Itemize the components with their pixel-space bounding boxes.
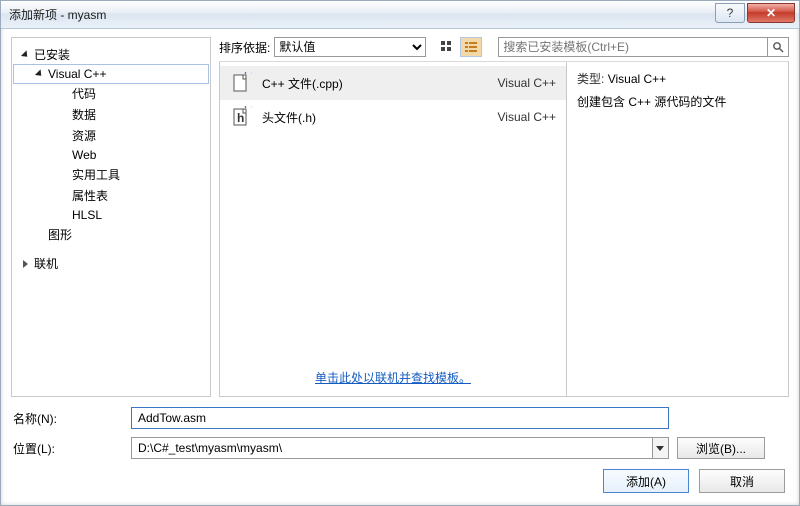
close-button[interactable]: ✕ xyxy=(747,3,795,23)
info-panel: 类型: Visual C++ 创建包含 C++ 源代码的文件 xyxy=(567,62,789,397)
tree-label: Visual C++ xyxy=(48,67,106,81)
add-button[interactable]: 添加(A) xyxy=(603,469,689,493)
list-icon xyxy=(464,40,478,54)
tree-child-propsheet[interactable]: 属性表 xyxy=(14,185,208,206)
template-name: C++ 文件(.cpp) xyxy=(262,75,498,92)
tree-label: 数据 xyxy=(72,106,96,123)
template-rows: ++ C++ 文件(.cpp) Visual C++ xyxy=(220,62,566,138)
window-controls: ? ✕ xyxy=(713,1,799,28)
info-type-label: 类型: xyxy=(577,72,604,86)
sort-select[interactable]: 默认值 xyxy=(274,37,426,57)
name-label: 名称(N): xyxy=(13,410,123,427)
info-desc: 创建包含 C++ 源代码的文件 xyxy=(577,93,778,110)
title-bar: 添加新项 - myasm ? ✕ xyxy=(1,1,799,29)
tree-label: 实用工具 xyxy=(72,166,120,183)
tree-child-util[interactable]: 实用工具 xyxy=(14,164,208,185)
chevron-down-icon xyxy=(34,69,44,79)
content-area: 已安装 Visual C++ 代码 数据 资源 Web 实用工具 属性表 HLS… xyxy=(1,29,799,397)
view-list-button[interactable] xyxy=(460,37,482,57)
cancel-button[interactable]: 取消 xyxy=(699,469,785,493)
category-tree[interactable]: 已安装 Visual C++ 代码 数据 资源 Web 实用工具 属性表 HLS… xyxy=(11,37,211,397)
template-lang: Visual C++ xyxy=(498,110,556,124)
tree-label: 资源 xyxy=(72,127,96,144)
template-lang: Visual C++ xyxy=(498,76,556,90)
name-field[interactable] xyxy=(131,407,669,429)
location-dropdown-icon[interactable] xyxy=(652,437,669,459)
sort-label: 排序依据: xyxy=(219,39,270,56)
tree-label: 已安装 xyxy=(34,46,70,63)
template-item-h[interactable]: h ++ 头文件(.h) Visual C++ xyxy=(220,100,566,134)
chevron-right-icon xyxy=(20,259,30,269)
grid-icon xyxy=(440,40,454,54)
template-item-cpp[interactable]: ++ C++ 文件(.cpp) Visual C++ xyxy=(220,66,566,100)
view-toggle-group xyxy=(436,37,482,57)
help-icon: ? xyxy=(727,6,734,20)
view-grid-button[interactable] xyxy=(436,37,458,57)
chevron-down-icon xyxy=(20,50,30,60)
tree-child-code[interactable]: 代码 xyxy=(14,83,208,104)
toolbar: 排序依据: 默认值 xyxy=(219,37,789,62)
close-icon: ✕ xyxy=(766,6,776,20)
header-file-icon: h ++ xyxy=(230,106,252,128)
search-icon xyxy=(772,41,784,53)
tree-installed[interactable]: 已安装 xyxy=(14,44,208,65)
dialog-window: 添加新项 - myasm ? ✕ 已安装 Visual C++ 代码 数据 资源 xyxy=(0,0,800,506)
cpp-file-icon: ++ xyxy=(230,72,252,94)
window-title: 添加新项 - myasm xyxy=(9,6,106,23)
online-search-link: 单击此处以联机并查找模板。 xyxy=(220,361,566,396)
tree-child-data[interactable]: 数据 xyxy=(14,104,208,125)
help-button[interactable]: ? xyxy=(715,3,745,23)
info-type-value: Visual C++ xyxy=(608,72,666,86)
list-and-info: ++ C++ 文件(.cpp) Visual C++ xyxy=(219,62,789,397)
tree-graphics[interactable]: 图形 xyxy=(14,224,208,245)
svg-text:h: h xyxy=(237,111,244,125)
template-name: 头文件(.h) xyxy=(262,109,498,126)
tree-child-web[interactable]: Web xyxy=(14,146,208,164)
middle-panel: 排序依据: 默认值 xyxy=(219,37,789,397)
search-box xyxy=(498,37,789,57)
location-label: 位置(L): xyxy=(13,440,123,457)
template-list[interactable]: ++ C++ 文件(.cpp) Visual C++ xyxy=(219,62,567,397)
tree-label: Web xyxy=(72,148,96,162)
search-button[interactable] xyxy=(767,37,789,57)
search-input[interactable] xyxy=(498,37,767,57)
svg-text:++: ++ xyxy=(242,106,252,112)
tree-child-hlsl[interactable]: HLSL xyxy=(14,206,208,224)
tree-label: 属性表 xyxy=(72,187,108,204)
browse-button[interactable]: 浏览(B)... xyxy=(677,437,765,459)
tree-child-resource[interactable]: 资源 xyxy=(14,125,208,146)
info-type-row: 类型: Visual C++ xyxy=(577,70,778,87)
tree-online[interactable]: 联机 xyxy=(14,253,208,274)
tree-visual-cpp[interactable]: Visual C++ xyxy=(14,65,208,83)
tree-label: 图形 xyxy=(48,226,72,243)
svg-text:++: ++ xyxy=(242,72,252,78)
tree-label: HLSL xyxy=(72,208,102,222)
dialog-footer: 添加(A) 取消 xyxy=(1,465,799,505)
tree-label: 联机 xyxy=(34,255,58,272)
location-field[interactable] xyxy=(131,437,652,459)
tree-label: 代码 xyxy=(72,85,96,102)
form-area: 名称(N): 位置(L): 浏览(B)... xyxy=(1,397,799,465)
online-link[interactable]: 单击此处以联机并查找模板。 xyxy=(315,371,471,385)
location-field-wrap xyxy=(131,437,669,459)
